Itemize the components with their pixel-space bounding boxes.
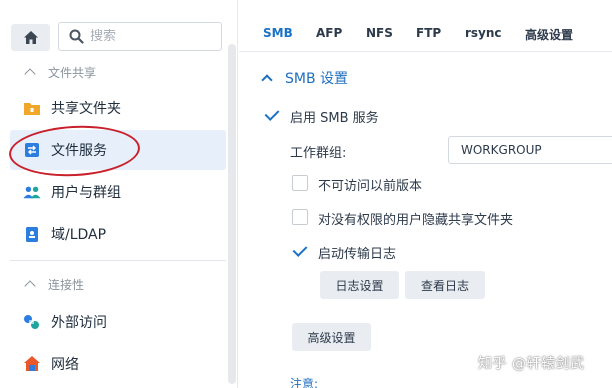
transfer-log-checkbox[interactable] [292,243,308,259]
section-header-file-sharing[interactable]: 文件共享 [0,55,226,89]
sidebar-item-network[interactable]: 网络 [10,344,226,384]
sidebar-item-label: 共享文件夹 [51,101,121,117]
tab-rsync[interactable]: rsync [465,26,502,40]
section-title: 连接性 [48,277,85,292]
external-access-icon [23,313,41,331]
enable-smb-checkbox[interactable] [264,107,280,123]
sidebar-item-label: 域/LDAP [51,227,107,243]
main-panel: SMB AFP NFS FTP rsync 高级设置 SMB 设置 启用 SMB… [239,0,612,388]
hide-shared-folders-checkbox[interactable] [292,209,308,225]
sidebar-item-shared-folder[interactable]: 共享文件夹 [10,88,226,128]
tab-advanced-settings[interactable]: 高级设置 [525,26,573,43]
enable-smb-label: 启用 SMB 服务 [290,111,379,126]
sidebar-item-label: 文件服务 [51,143,107,159]
section-header-connectivity[interactable]: 连接性 [0,267,226,301]
workgroup-input[interactable] [448,136,612,164]
folder-icon [23,99,41,117]
home-button[interactable] [11,24,50,51]
workgroup-label: 工作群组: [290,146,347,161]
tab-bar: SMB AFP NFS FTP rsync 高级设置 [239,0,612,52]
chevron-up-icon [261,74,273,86]
advanced-settings-button[interactable]: 高级设置 [292,323,371,351]
view-log-button[interactable]: 查看日志 [405,271,485,299]
note-label: 注意: [290,377,319,388]
file-services-icon [23,141,41,159]
sidebar-item-external-access[interactable]: 外部访问 [10,302,226,342]
chevron-up-icon [24,68,36,80]
tab-smb[interactable]: SMB [263,26,293,40]
smb-settings-header[interactable]: SMB 设置 [261,68,349,88]
previous-versions-label: 不可访问以前版本 [318,179,423,194]
hide-shared-folders-label: 对没有权限的用户隐藏共享文件夹 [318,213,514,228]
log-settings-button[interactable]: 日志设置 [320,271,399,299]
sidebar-scrollbar[interactable] [228,44,236,384]
watermark: 知乎 @轩辕剑武 [478,356,585,372]
users-icon [23,183,41,201]
transfer-log-label: 启动传输日志 [318,247,397,262]
sidebar-item-label: 外部访问 [51,315,107,331]
tab-afp[interactable]: AFP [316,26,342,40]
section-title: 文件共享 [48,65,97,80]
sidebar: 文件共享 共享文件夹 文件服务 [0,0,238,388]
sidebar-item-file-services[interactable]: 文件服务 [10,130,226,170]
group-title: SMB 设置 [285,71,349,87]
sidebar-item-label: 网络 [51,357,79,373]
search-input[interactable] [90,29,210,44]
sidebar-divider [10,260,226,261]
tab-ftp[interactable]: FTP [416,26,441,40]
sidebar-item-label: 用户与群组 [51,185,121,201]
network-icon [23,355,41,373]
tab-nfs[interactable]: NFS [366,26,393,40]
sidebar-item-users-groups[interactable]: 用户与群组 [10,172,226,212]
sidebar-item-domain-ldap[interactable]: 域/LDAP [10,214,226,254]
search-icon [69,29,84,44]
previous-versions-checkbox[interactable] [292,175,308,191]
home-icon [23,31,38,44]
domain-ldap-icon [23,225,41,243]
search-box[interactable] [58,22,222,51]
chevron-up-icon [24,280,36,292]
